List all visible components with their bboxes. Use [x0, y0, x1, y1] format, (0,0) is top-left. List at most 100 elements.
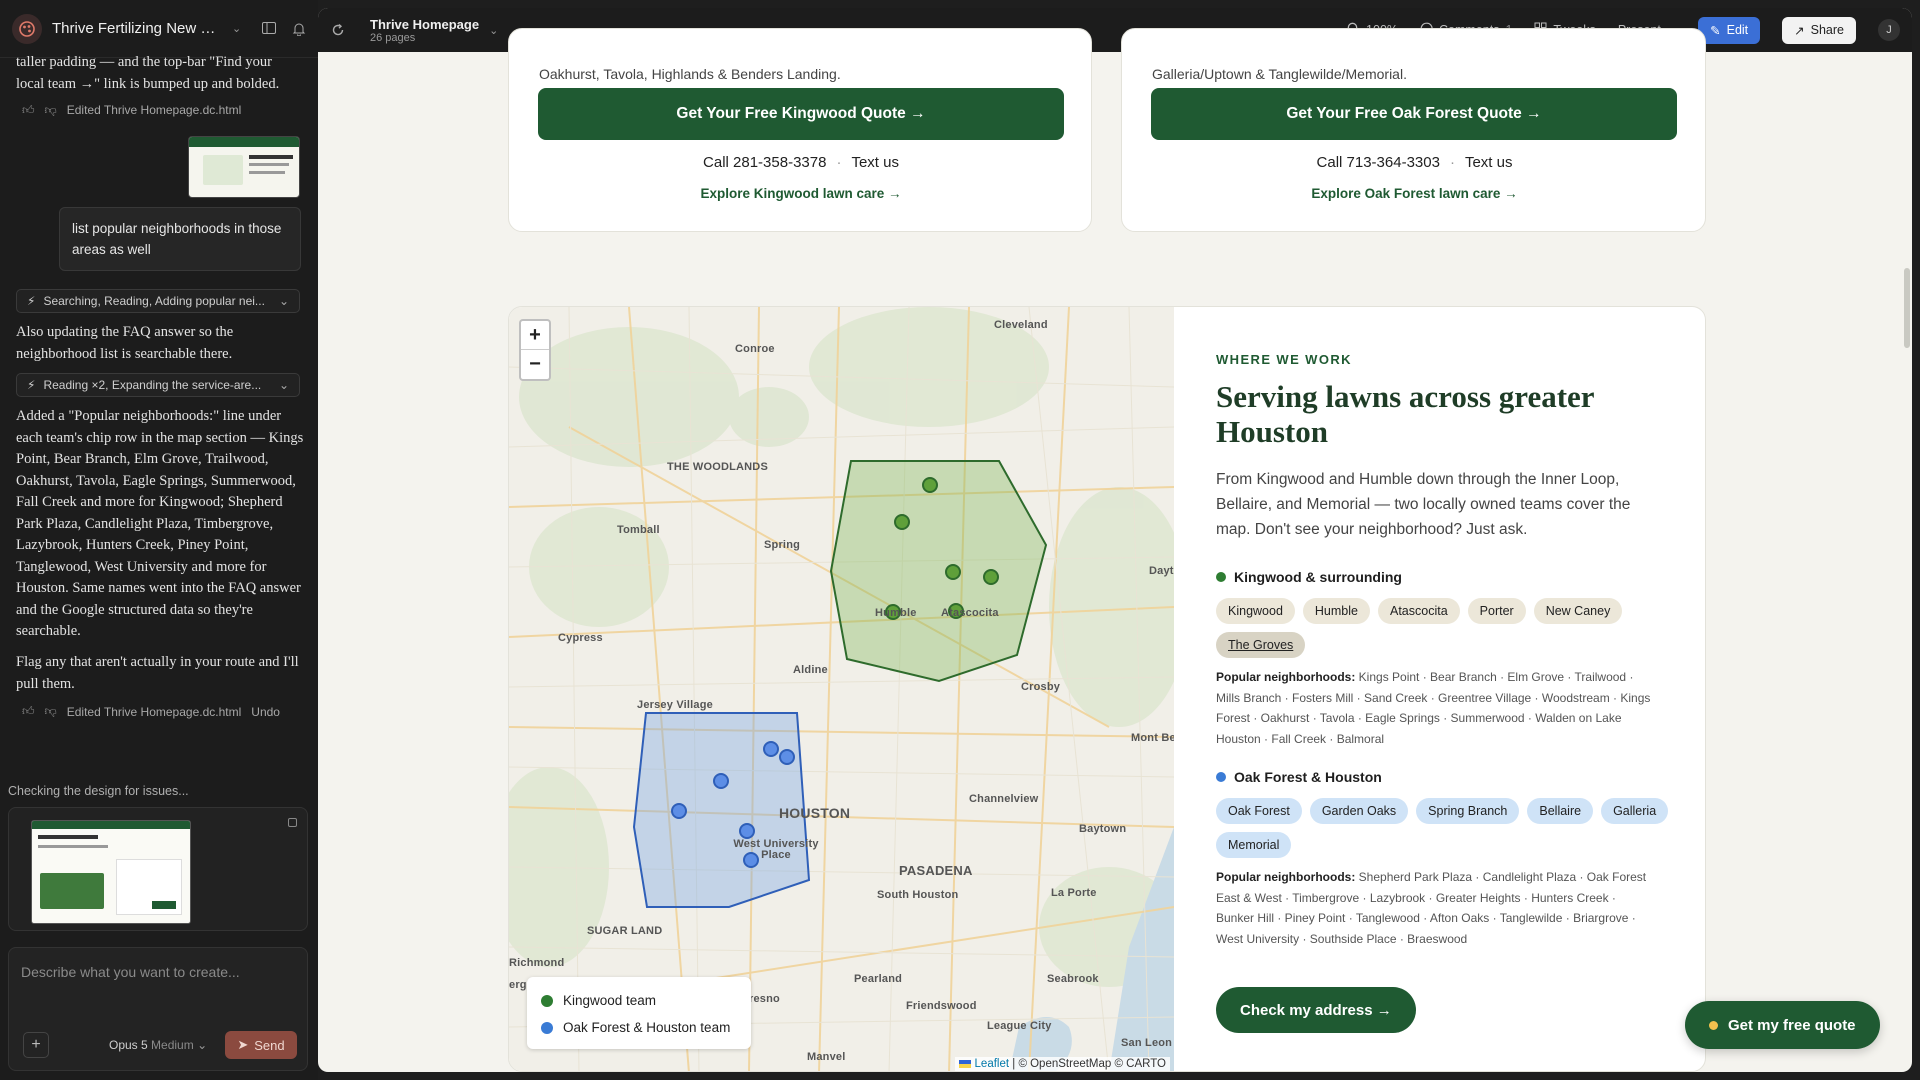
section-title: Serving lawns across greater Houston	[1216, 379, 1594, 449]
contact-line: Call 713-364-3303 · Text us	[1316, 154, 1513, 171]
map-label: La Porte	[1051, 887, 1097, 899]
kingwood-team-card: Oakhurst, Tavola, Highlands & Benders La…	[508, 28, 1092, 232]
edited-file-label[interactable]: Edited Thrive Homepage.dc.html	[67, 705, 242, 719]
panel-toggle-icon[interactable]	[262, 21, 276, 36]
map-label: League City	[987, 1020, 1052, 1032]
check-address-button[interactable]: Check my address →	[1216, 987, 1416, 1033]
map-label: erg	[509, 979, 527, 991]
thumbs-down-icon[interactable]: 👎︎	[45, 100, 57, 122]
status-dot-icon	[1709, 1020, 1718, 1030]
pencil-icon: ✎	[1710, 23, 1721, 38]
design-preview-thumbnail[interactable]	[31, 820, 191, 924]
map-label: PASADENA	[899, 863, 973, 878]
tool-activity-pill[interactable]: ⚡︎ Searching, Reading, Adding popular ne…	[16, 289, 300, 313]
map-label: resno	[749, 993, 780, 1005]
assistant-message: Added a "Popular neighborhoods:" line un…	[16, 408, 304, 639]
document-name: Thrive Homepage	[370, 16, 480, 32]
map-label: Aldine	[793, 664, 828, 676]
map-label: Humble	[875, 607, 917, 619]
notifications-icon[interactable]	[292, 22, 306, 36]
add-attachment-button[interactable]: +	[23, 1032, 49, 1058]
zoom-out-button[interactable]: −	[521, 350, 549, 379]
text-link[interactable]: Text us	[851, 154, 899, 171]
prompt-composer[interactable]: Describe what you want to create... + Op…	[8, 947, 308, 1071]
chevron-down-icon[interactable]: ⌄	[232, 22, 241, 35]
map-label: Pearland	[854, 973, 903, 985]
design-preview-card[interactable]	[8, 807, 308, 931]
send-button[interactable]: ➤ Send	[225, 1031, 297, 1059]
status-text: Checking the design for issues...	[8, 784, 189, 798]
legend-label: Kingwood team	[563, 993, 657, 1008]
edit-button[interactable]: ✎ Edit	[1698, 16, 1761, 44]
tool-activity-label: Searching, Reading, Adding popular nei..…	[43, 294, 265, 308]
send-label: Send	[254, 1037, 285, 1053]
map-attribution: Leaflet | © OpenStreetMap © CARTO	[955, 1057, 1170, 1071]
map-legend: Kingwood team Oak Forest & Houston team	[527, 977, 751, 1049]
chevron-down-icon: ⌄	[278, 378, 289, 392]
area-chip[interactable]: Humble	[1302, 598, 1370, 624]
floating-quote-label: Get my free quote	[1728, 1016, 1856, 1034]
share-button[interactable]: ↗ Share	[1782, 16, 1856, 44]
houston-popular-neighborhoods: Popular neighborhoods: Shepherd Park Pla…	[1216, 867, 1656, 949]
area-chip[interactable]: Atascocita	[1377, 598, 1460, 624]
area-chip[interactable]: Garden Oaks	[1309, 798, 1409, 824]
area-chip[interactable]: Bellaire	[1527, 798, 1594, 824]
assistant-message: Flag any that aren't actually in your ro…	[16, 654, 299, 692]
tool-activity-pill[interactable]: ⚡︎ Reading ×2, Expanding the service-are…	[16, 373, 300, 397]
attached-screenshot-thumbnail[interactable]	[188, 136, 300, 198]
plus-icon: +	[31, 1036, 41, 1053]
explore-kingwood-link[interactable]: Explore Kingwood lawn care →	[509, 186, 1093, 201]
kingwood-service-area[interactable]	[829, 460, 1048, 683]
blue-dot-icon	[541, 1021, 553, 1034]
area-chip[interactable]: Spring Branch	[1416, 798, 1520, 824]
call-link[interactable]: Call 281-358-3378	[703, 154, 826, 171]
chevron-down-icon[interactable]: ⌄	[489, 24, 498, 37]
thumbs-up-icon[interactable]: 👍︎	[22, 100, 35, 122]
page-scrollbar[interactable]	[1904, 268, 1910, 348]
oakforest-quote-button[interactable]: Get Your Free Oak Forest Quote →	[1151, 88, 1677, 140]
service-area-map[interactable]: Cleveland Conroe THE WOODLANDS Tomball S…	[509, 307, 1174, 1071]
map-label: Baytown	[1079, 823, 1127, 835]
floating-quote-button[interactable]: Get my free quote	[1685, 1001, 1880, 1049]
section-lead: From Kingwood and Humble down through th…	[1216, 471, 1631, 538]
undo-link[interactable]: Undo	[251, 705, 280, 719]
legend-label: Oak Forest & Houston team	[563, 1020, 731, 1035]
edited-file-label[interactable]: Edited Thrive Homepage.dc.html	[67, 100, 242, 122]
model-selector[interactable]: Opus 5 Medium ⌄	[109, 1038, 207, 1052]
leaflet-link[interactable]: Leaflet	[975, 1058, 1010, 1070]
blue-dot-icon	[1216, 772, 1226, 782]
avatar[interactable]: J	[1878, 19, 1900, 41]
prompt-input[interactable]: Describe what you want to create...	[21, 964, 240, 980]
thumbs-up-icon[interactable]: 👍︎	[22, 704, 35, 719]
share-icon: ↗	[1794, 23, 1805, 38]
call-link[interactable]: Call 713-364-3303	[1317, 154, 1440, 171]
kingwood-quote-button[interactable]: Get Your Free Kingwood Quote →	[538, 88, 1064, 140]
send-icon: ➤	[237, 1037, 249, 1052]
document-selector[interactable]: Thrive Homepage 26 pages	[370, 17, 479, 44]
text-link[interactable]: Text us	[1465, 154, 1513, 171]
map-zoom-control: + −	[519, 319, 551, 381]
area-chip[interactable]: Memorial	[1216, 832, 1292, 858]
area-chip[interactable]: Kingwood	[1216, 598, 1295, 624]
area-chip[interactable]: Galleria	[1601, 798, 1669, 824]
green-dot-icon	[541, 994, 553, 1007]
kingwood-team-heading: Kingwood & surrounding	[1216, 569, 1402, 585]
area-chip[interactable]: New Caney	[1533, 598, 1623, 624]
area-chip[interactable]: Oak Forest	[1216, 798, 1302, 824]
area-chip[interactable]: Porter	[1467, 598, 1526, 624]
card-text: Oakhurst, Tavola, Highlands & Benders La…	[539, 66, 841, 82]
app-logo-icon[interactable]	[12, 13, 42, 44]
map-label: Cleveland	[994, 319, 1048, 331]
refresh-icon[interactable]	[318, 23, 358, 37]
area-chip-selected[interactable]: The Groves	[1216, 632, 1306, 658]
preview-canvas: Thrive Homepage 26 pages ⌄ 100% Comments…	[318, 8, 1912, 1072]
zoom-in-button[interactable]: +	[521, 321, 549, 350]
message-meta: 👍︎ 👎︎ Edited Thrive Homepage.dc.html Und…	[22, 704, 280, 719]
expand-icon[interactable]	[288, 818, 297, 827]
explore-oakforest-link[interactable]: Explore Oak Forest lawn care →	[1122, 186, 1707, 201]
thumbs-down-icon[interactable]: 👎︎	[45, 704, 57, 719]
model-name: Opus 5	[109, 1038, 148, 1052]
kingwood-popular-neighborhoods: Popular neighborhoods: Kings Point · Bea…	[1216, 667, 1656, 749]
project-title[interactable]: Thrive Fertilizing New W...	[52, 20, 222, 37]
map-label: San Leon	[1121, 1037, 1173, 1049]
